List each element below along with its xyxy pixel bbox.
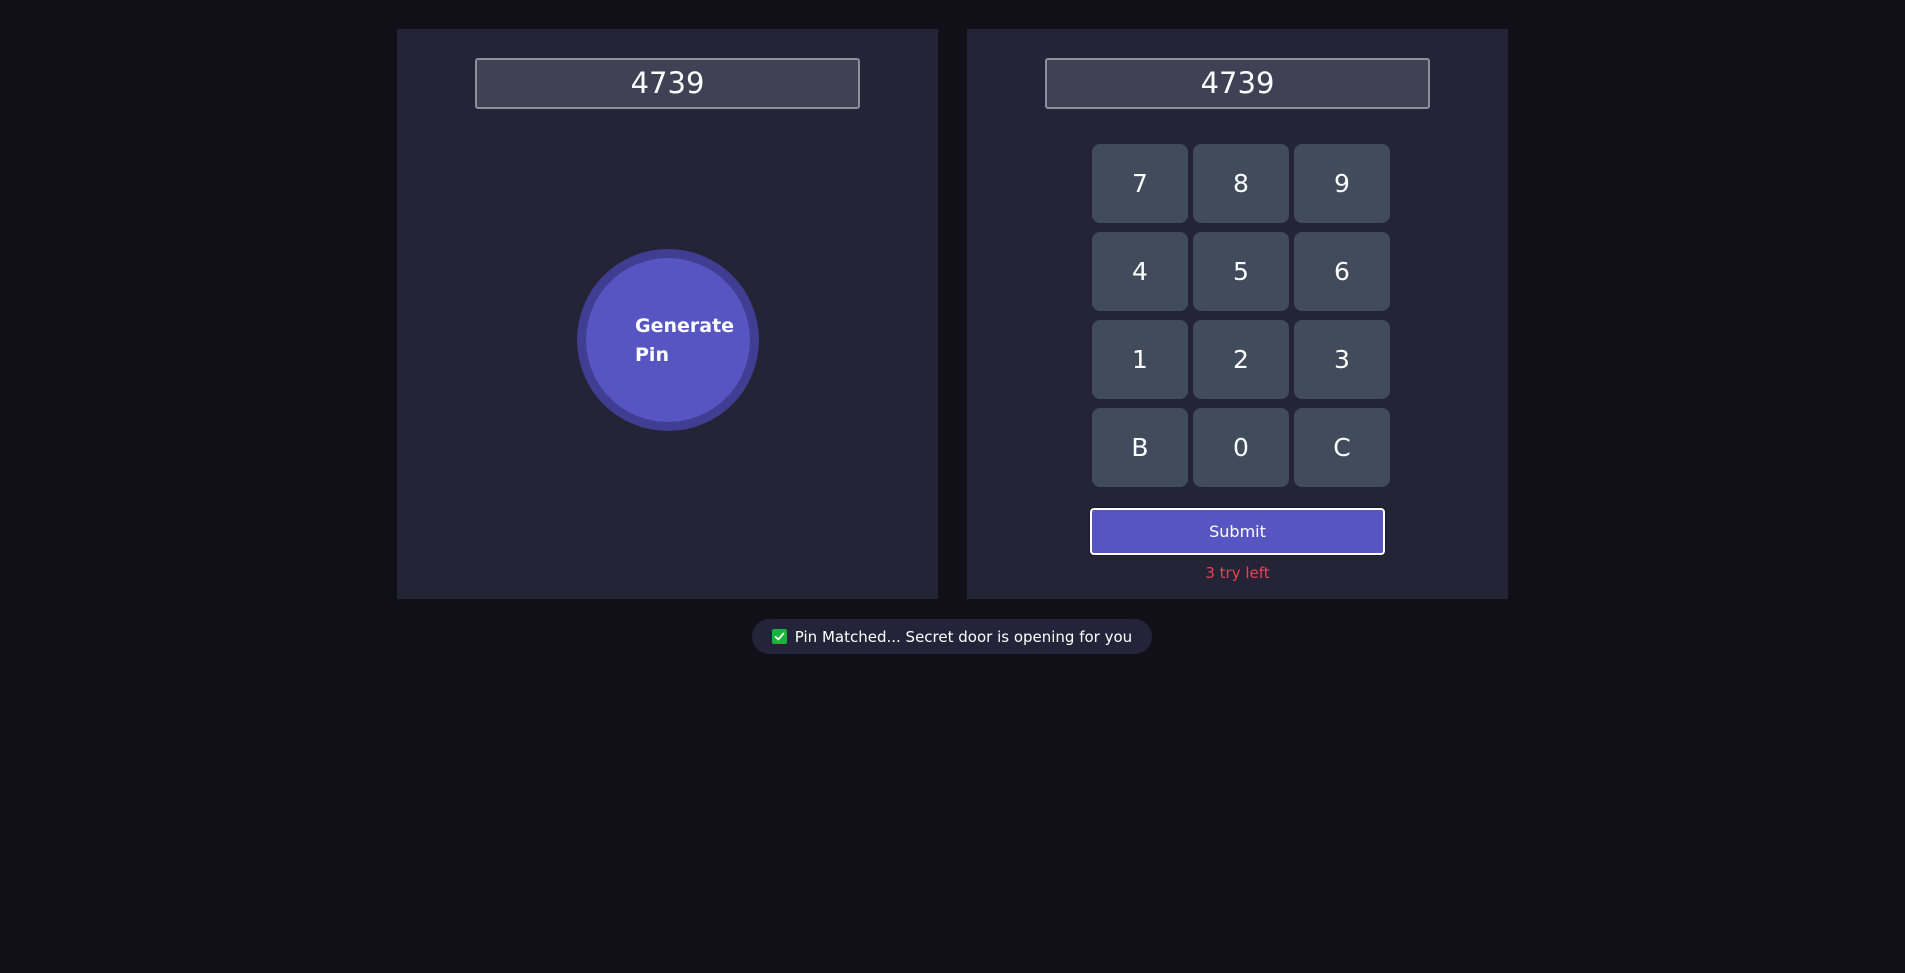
key-8[interactable]: 8 [1193,144,1289,223]
pin-matcher-panel: 7 8 9 4 5 6 1 2 3 B 0 C Submit 3 try lef… [967,29,1508,599]
key-5[interactable]: 5 [1193,232,1289,311]
key-backspace[interactable]: B [1092,408,1188,487]
generate-pin-button[interactable]: Generate Pin [577,249,759,431]
key-7[interactable]: 7 [1092,144,1188,223]
keypad: 7 8 9 4 5 6 1 2 3 B 0 C [1092,144,1390,487]
generate-pin-label-line2: Pin [635,344,669,366]
key-3[interactable]: 3 [1294,320,1390,399]
generated-pin-field[interactable] [475,58,860,109]
typed-pin-field[interactable] [1045,58,1430,109]
key-clear[interactable]: C [1294,408,1390,487]
app-root: Generate Pin 7 8 9 4 5 6 1 2 3 B 0 C Sub… [0,0,1905,973]
tries-left-text: 3 try left [1205,564,1270,582]
key-6[interactable]: 6 [1294,232,1390,311]
notification-message: Pin Matched... Secret door is opening fo… [794,627,1133,646]
key-9[interactable]: 9 [1294,144,1390,223]
generate-pin-label: Generate Pin [601,312,735,370]
pin-generator-panel: Generate Pin [397,29,938,599]
key-1[interactable]: 1 [1092,320,1188,399]
pin-matched-notification: Pin Matched... Secret door is opening fo… [752,619,1152,654]
key-2[interactable]: 2 [1193,320,1289,399]
generate-pin-label-line1: Generate [635,315,735,337]
check-icon [771,629,787,644]
key-0[interactable]: 0 [1193,408,1289,487]
key-4[interactable]: 4 [1092,232,1188,311]
submit-button[interactable]: Submit [1090,508,1385,555]
